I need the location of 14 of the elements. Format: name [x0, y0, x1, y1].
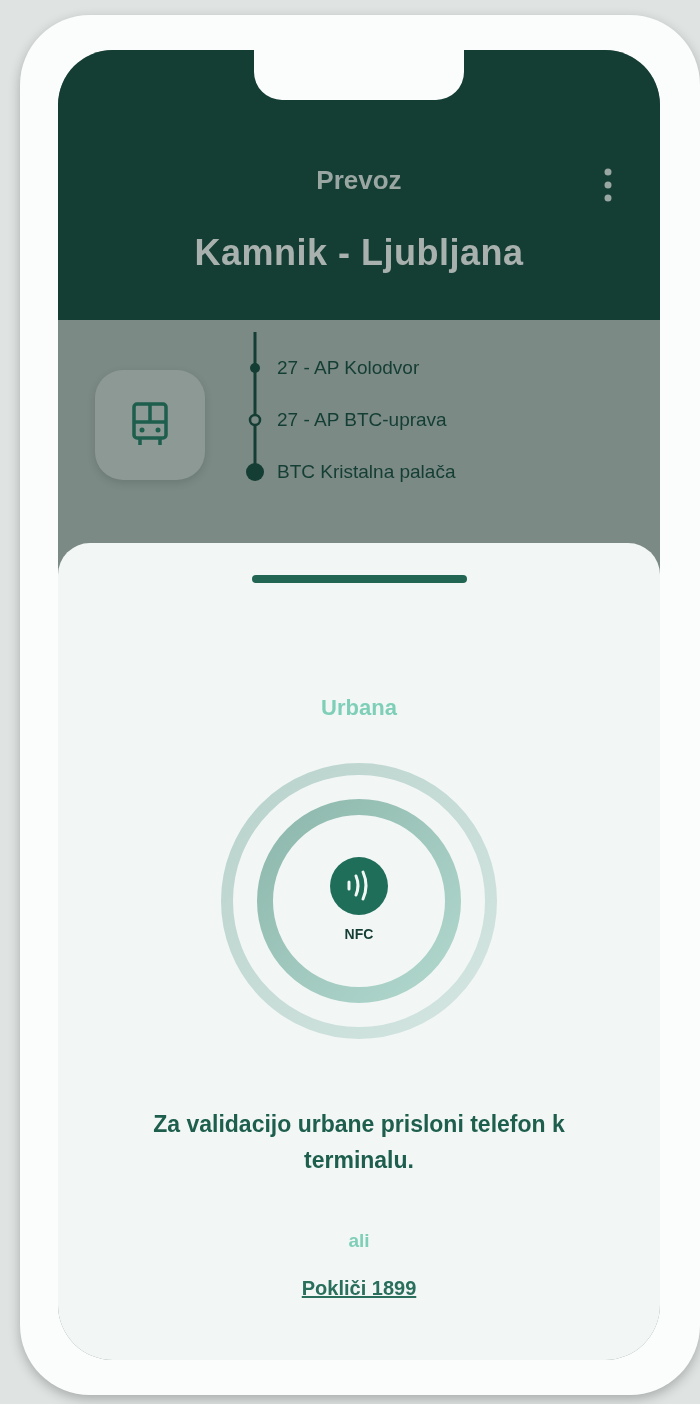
header-subtitle: Prevoz: [316, 165, 402, 196]
stop-name: 27 - AP BTC-uprava: [277, 408, 448, 432]
route-title: Kamnik - Ljubljana: [194, 232, 524, 274]
menu-icon[interactable]: [604, 168, 612, 202]
call-link[interactable]: Pokliči 1899: [301, 1277, 417, 1300]
stop-name: 27 - AP Kolodvor: [277, 356, 421, 380]
sheet-handle[interactable]: [251, 575, 467, 583]
ticket-type: Urbana: [321, 695, 397, 721]
separator-text: ali: [348, 1230, 370, 1252]
bus-icon: [132, 402, 168, 448]
nfc-label: NFC: [344, 926, 374, 942]
instruction-text: Za validacijo urbane prisloni telefon k terminalu.: [152, 1110, 566, 1175]
nfc-icon: [330, 857, 388, 915]
stop-name: BTC Kristalna palača: [277, 460, 456, 484]
